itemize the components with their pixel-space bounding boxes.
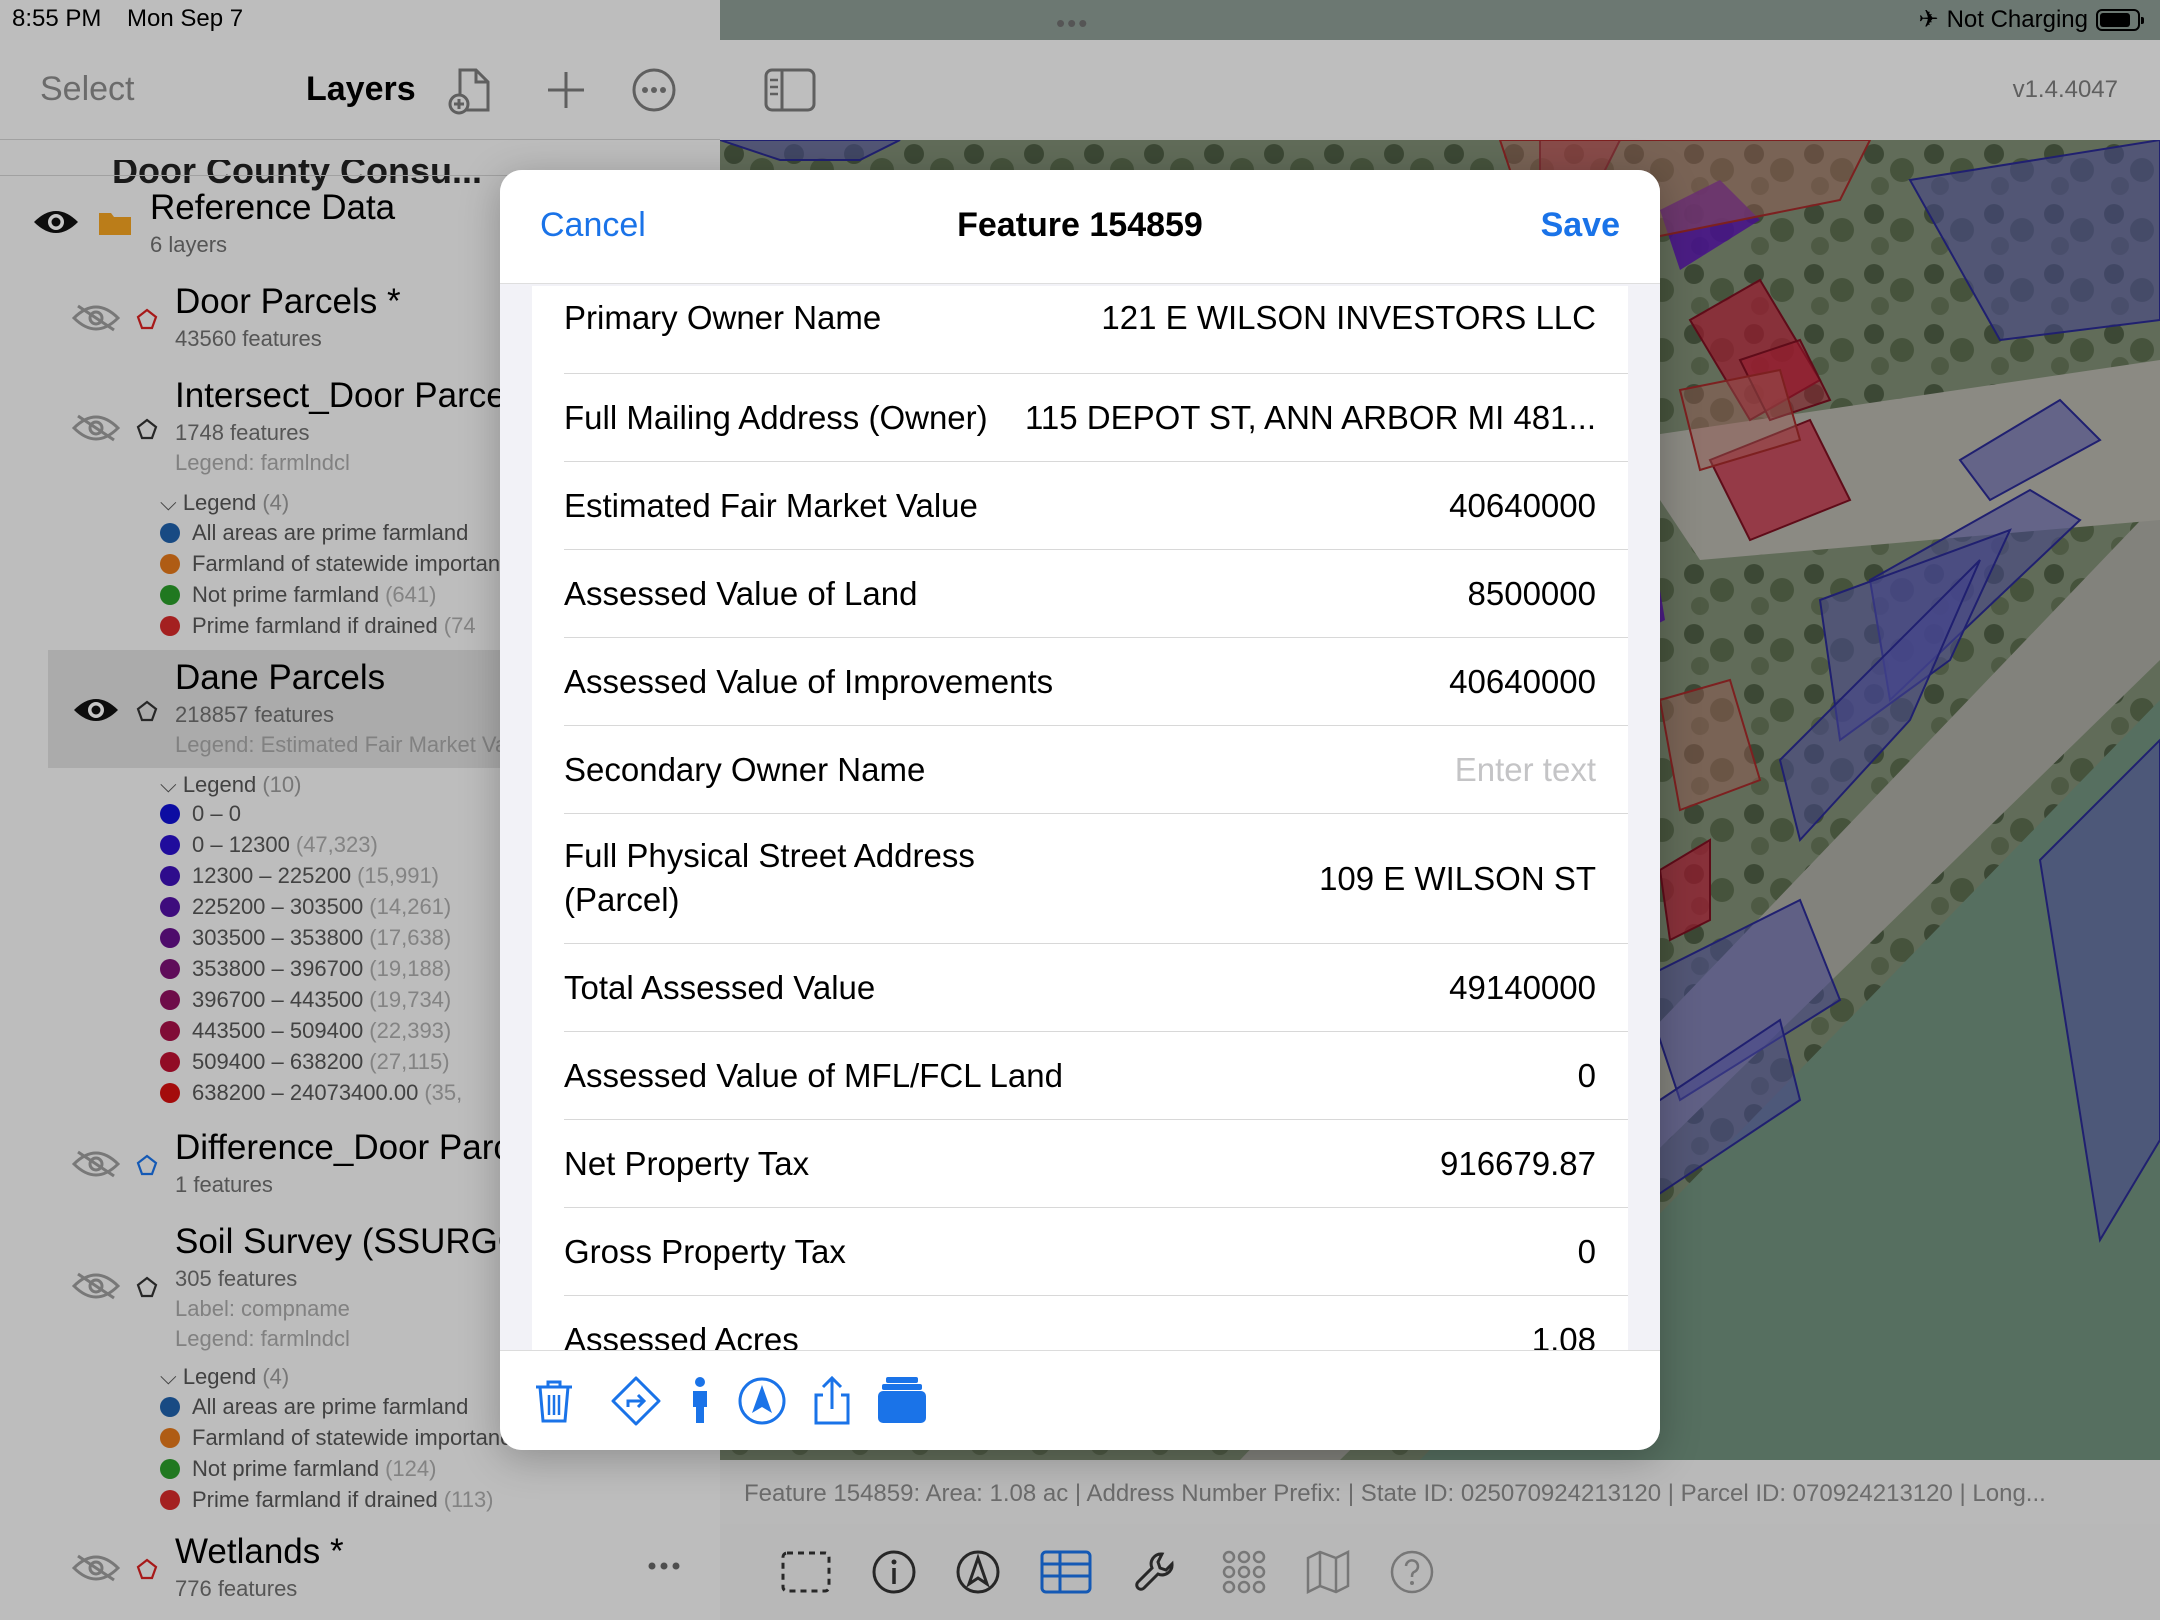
field-label: Primary Owner Name bbox=[564, 299, 882, 336]
field-value[interactable]: 0 bbox=[1578, 1230, 1596, 1274]
dialog-action-bar bbox=[500, 1350, 1660, 1450]
field-label: Assessed Acres bbox=[564, 1321, 799, 1350]
airplane-icon: ✈ bbox=[1918, 6, 1939, 33]
field-value[interactable]: 916679.87 bbox=[1440, 1142, 1596, 1186]
layers-stack-icon[interactable] bbox=[876, 1375, 928, 1427]
field-value[interactable]: 115 DEPOT ST, ANN ARBOR MI 481... bbox=[1025, 396, 1596, 440]
battery-icon bbox=[2096, 8, 2144, 31]
field-row[interactable]: Assessed Acres 1.08 bbox=[532, 1296, 1628, 1350]
field-row[interactable]: Gross Property Tax 0 bbox=[532, 1208, 1628, 1296]
navigate-icon[interactable] bbox=[736, 1375, 788, 1427]
field-row[interactable]: Estimated Fair Market Value 40640000 bbox=[532, 462, 1628, 550]
field-row[interactable]: Full Physical Street Address (Parcel) 10… bbox=[532, 814, 1628, 944]
field-value[interactable]: 49140000 bbox=[1449, 966, 1596, 1010]
charging-status: Not Charging bbox=[1946, 5, 2088, 33]
directions-icon[interactable] bbox=[610, 1375, 662, 1427]
field-value[interactable]: 40640000 bbox=[1449, 660, 1596, 704]
field-row[interactable]: Primary Owner Name 121 E WILSON INVESTOR… bbox=[532, 286, 1628, 374]
field-value[interactable]: 109 E WILSON ST bbox=[1319, 857, 1596, 901]
status-time: 8:55 PM bbox=[12, 5, 102, 32]
field-value[interactable]: 0 bbox=[1578, 1054, 1596, 1098]
field-label: Net Property Tax bbox=[564, 1145, 810, 1182]
field-label: Secondary Owner Name bbox=[564, 751, 926, 788]
field-value[interactable]: 40640000 bbox=[1449, 484, 1596, 528]
feature-edit-dialog: Cancel Feature 154859 Save Primary Owner… bbox=[500, 170, 1660, 1450]
field-label: Estimated Fair Market Value bbox=[564, 487, 978, 524]
field-label: Total Assessed Value bbox=[564, 969, 876, 1006]
field-label: Assessed Value of Land bbox=[564, 575, 918, 612]
field-label: Gross Property Tax bbox=[564, 1233, 846, 1270]
multitasking-dots-icon[interactable]: ••• bbox=[1056, 8, 1089, 39]
field-input-placeholder[interactable]: Enter text bbox=[1455, 748, 1596, 792]
field-row[interactable]: Net Property Tax 916679.87 bbox=[532, 1120, 1628, 1208]
attribute-field-list[interactable]: Primary Owner Name 121 E WILSON INVESTOR… bbox=[532, 286, 1628, 1350]
field-value[interactable]: 121 E WILSON INVESTORS LLC bbox=[1101, 296, 1596, 340]
field-label: Assessed Value of Improvements bbox=[564, 663, 1054, 700]
field-value[interactable]: 8500000 bbox=[1468, 572, 1596, 616]
field-label: Full Mailing Address (Owner) bbox=[564, 399, 988, 436]
field-row[interactable]: Total Assessed Value 49140000 bbox=[532, 944, 1628, 1032]
field-row[interactable]: Assessed Value of Land 8500000 bbox=[532, 550, 1628, 638]
dialog-title: Feature 154859 bbox=[957, 206, 1203, 244]
field-row[interactable]: Secondary Owner Name Enter text bbox=[532, 726, 1628, 814]
field-row[interactable]: Assessed Value of Improvements 40640000 bbox=[532, 638, 1628, 726]
share-icon[interactable] bbox=[806, 1375, 858, 1427]
status-right: ✈ Not Charging bbox=[1918, 5, 2144, 34]
save-button[interactable]: Save bbox=[1541, 206, 1620, 245]
status-date: Mon Sep 7 bbox=[127, 5, 244, 32]
status-bar: 8:55 PM Mon Sep 7 ••• ✈ Not Charging bbox=[0, 0, 2160, 40]
field-value[interactable]: 1.08 bbox=[1532, 1318, 1596, 1350]
field-label: Full Physical Street Address (Parcel) bbox=[564, 837, 975, 918]
trash-icon[interactable] bbox=[528, 1375, 580, 1427]
field-row[interactable]: Full Mailing Address (Owner) 115 DEPOT S… bbox=[532, 374, 1628, 462]
field-label: Assessed Value of MFL/FCL Land bbox=[564, 1057, 1063, 1094]
dialog-header: Cancel Feature 154859 Save bbox=[500, 170, 1660, 284]
field-row[interactable]: Assessed Value of MFL/FCL Land 0 bbox=[532, 1032, 1628, 1120]
person-icon[interactable] bbox=[674, 1375, 726, 1427]
